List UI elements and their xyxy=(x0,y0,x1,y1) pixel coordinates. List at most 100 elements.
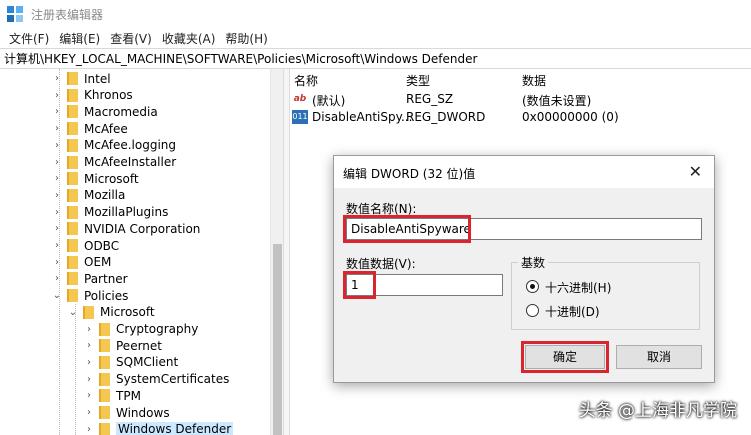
tree-item[interactable]: › Macromedia xyxy=(0,103,270,120)
chevron-right-icon[interactable]: › xyxy=(52,157,62,168)
folder-icon xyxy=(67,88,78,102)
tree-item-label: Windows xyxy=(116,405,170,420)
folder-icon xyxy=(67,188,78,202)
radix-hex-radio[interactable] xyxy=(526,280,539,293)
value-data: 0x00000000 (0) xyxy=(522,110,619,124)
menu-favorites[interactable]: 收藏夹(A) xyxy=(157,30,221,47)
tree-item[interactable]: › SQMClient xyxy=(0,354,270,371)
chevron-right-icon[interactable]: › xyxy=(84,424,94,435)
tree-item[interactable]: › Cryptography xyxy=(0,321,270,338)
dialog-title-bar: 编辑 DWORD (32 位)值 ✕ xyxy=(334,156,714,188)
tree-item[interactable]: › Partner xyxy=(0,270,270,287)
tree-item[interactable]: › Khronos xyxy=(0,87,270,104)
tree-scrollbar-thumb[interactable] xyxy=(273,244,282,435)
value-row[interactable]: ab (默认) REG_SZ (数值未设置) xyxy=(290,89,751,109)
tree-item-label: McAfee.logging xyxy=(84,138,177,153)
folder-icon xyxy=(83,305,94,319)
tree-item[interactable]: › SystemCertificates xyxy=(0,371,270,388)
chevron-right-icon[interactable]: › xyxy=(52,106,62,117)
chevron-right-icon[interactable]: › xyxy=(52,240,62,251)
folder-icon xyxy=(67,222,78,236)
chevron-right-icon[interactable]: › xyxy=(84,390,94,401)
tree-item[interactable]: › MozillaPlugins xyxy=(0,204,270,221)
column-name[interactable]: 名称 xyxy=(294,72,318,89)
folder-icon xyxy=(99,322,110,336)
tree-item[interactable]: › TPM xyxy=(0,387,270,404)
tree-item[interactable]: ⌄ Policies xyxy=(0,287,270,304)
close-icon[interactable]: ✕ xyxy=(689,162,702,181)
radix-group: 基数 十六进制(H) 十进制(D) xyxy=(511,254,700,330)
tree-item[interactable]: › OEM xyxy=(0,254,270,271)
tree-item[interactable]: › McAfee.logging xyxy=(0,137,270,154)
chevron-right-icon[interactable]: › xyxy=(52,140,62,151)
tree-item-label: SystemCertificates xyxy=(116,372,230,387)
tree-item-label: Intel xyxy=(84,71,111,86)
tree-item-label: Policies xyxy=(84,288,129,303)
folder-icon xyxy=(67,138,78,152)
radix-label: 基数 xyxy=(518,254,549,271)
tree-item-label: Windows Defender xyxy=(116,422,234,435)
edit-dword-dialog: 编辑 DWORD (32 位)值 ✕ 数值名称(N): 数值数据(V): 基数 … xyxy=(333,155,715,383)
tree-scrollbar[interactable] xyxy=(270,69,283,435)
folder-icon xyxy=(67,272,78,286)
chevron-down-icon[interactable]: ⌄ xyxy=(52,290,62,301)
registry-editor-icon xyxy=(7,6,23,22)
tree-item-label: McAfee xyxy=(84,121,128,136)
chevron-right-icon[interactable]: › xyxy=(84,340,94,351)
tree-item[interactable]: › Peernet xyxy=(0,337,270,354)
folder-icon xyxy=(67,255,78,269)
radix-dec-label[interactable]: 十进制(D) xyxy=(545,303,600,320)
folder-icon xyxy=(67,205,78,219)
menu-view[interactable]: 查看(V) xyxy=(105,30,157,47)
value-row[interactable]: 011 DisableAntiSpy... REG_DWORD 0x000000… xyxy=(290,107,751,127)
chevron-right-icon[interactable]: › xyxy=(52,273,62,284)
chevron-down-icon[interactable]: ⌄ xyxy=(68,307,78,318)
registry-tree: › Intel › Khronos › Macromedia › McAfee › McAfee.… xyxy=(0,69,283,435)
address-bar[interactable]: 计算机\HKEY_LOCAL_MACHINE\SOFTWARE\Policies… xyxy=(0,48,751,69)
chevron-right-icon[interactable]: › xyxy=(84,324,94,335)
values-header: 名称 类型 数据 xyxy=(290,69,751,89)
pane-splitter[interactable] xyxy=(283,69,290,435)
cancel-button[interactable]: 取消 xyxy=(616,345,702,369)
tree-item[interactable]: › McAfeeInstaller xyxy=(0,154,270,171)
folder-icon xyxy=(99,422,110,435)
tree-item[interactable]: › ODBC xyxy=(0,237,270,254)
radix-dec-radio[interactable] xyxy=(526,304,539,317)
tree-item[interactable]: › NVIDIA Corporation xyxy=(0,220,270,237)
chevron-right-icon[interactable]: › xyxy=(84,357,94,368)
chevron-right-icon[interactable]: › xyxy=(52,123,62,134)
menu-help[interactable]: 帮助(H) xyxy=(220,30,272,47)
radix-hex-label[interactable]: 十六进制(H) xyxy=(545,279,611,296)
value-name-highlight xyxy=(343,215,471,243)
chevron-right-icon[interactable]: › xyxy=(52,73,62,84)
tree-item[interactable]: › Microsoft xyxy=(0,170,270,187)
tree-item-label: TPM xyxy=(116,388,141,403)
chevron-right-icon[interactable]: › xyxy=(84,374,94,385)
folder-icon xyxy=(99,372,110,386)
chevron-right-icon[interactable]: › xyxy=(52,90,62,101)
tree-item[interactable]: › McAfee xyxy=(0,120,270,137)
chevron-right-icon[interactable]: › xyxy=(52,190,62,201)
tree-item[interactable]: › Mozilla xyxy=(0,187,270,204)
folder-icon xyxy=(67,289,78,303)
tree-item[interactable]: › Windows Defender xyxy=(0,421,270,435)
column-type[interactable]: 类型 xyxy=(406,72,430,89)
value-type: REG_SZ xyxy=(406,92,454,106)
folder-icon xyxy=(67,122,78,136)
chevron-right-icon[interactable]: › xyxy=(52,257,62,268)
tree-item[interactable]: ⌄ Microsoft xyxy=(0,304,270,321)
folder-icon xyxy=(99,355,110,369)
tree-item-label: McAfeeInstaller xyxy=(84,155,177,169)
chevron-right-icon[interactable]: › xyxy=(52,207,62,218)
menu-file[interactable]: 文件(F) xyxy=(4,30,54,47)
menu-edit[interactable]: 编辑(E) xyxy=(54,30,105,47)
chevron-right-icon[interactable]: › xyxy=(84,407,94,418)
chevron-right-icon[interactable]: › xyxy=(52,223,62,234)
column-data[interactable]: 数据 xyxy=(522,72,546,89)
string-value-icon: ab xyxy=(293,94,307,104)
tree-item[interactable]: › Windows xyxy=(0,404,270,421)
chevron-right-icon[interactable]: › xyxy=(52,173,62,184)
tree-item[interactable]: › Intel xyxy=(0,70,270,87)
tree-item-label: OEM xyxy=(84,255,112,270)
tree-item-label: Microsoft xyxy=(100,305,155,320)
